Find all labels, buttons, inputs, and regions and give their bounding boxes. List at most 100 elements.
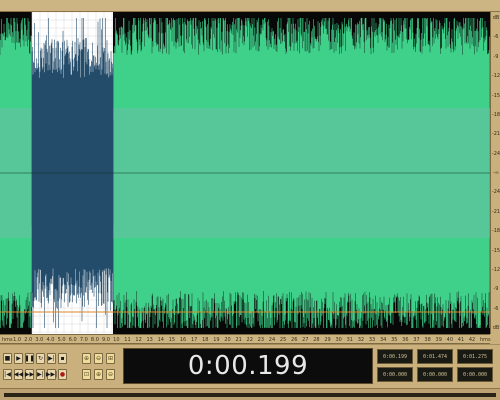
time-ruler-label: hms xyxy=(480,337,491,343)
rewind-button[interactable]: ◀◀ xyxy=(14,369,23,380)
status-track xyxy=(4,393,496,397)
zoom-vertical-out-icon: ⊖ xyxy=(107,371,114,378)
zoom-in-vertical-button[interactable]: ⊕ xyxy=(94,369,103,380)
play-to-end-button[interactable]: ▶| xyxy=(47,353,56,364)
pause-button[interactable]: ❚❚ xyxy=(24,353,35,364)
db-ruler-label: -6 xyxy=(493,305,499,312)
time-ruler-label: hms xyxy=(2,337,13,343)
time-ruler-label: 5.0 xyxy=(57,337,66,343)
time-ruler-label: 21 xyxy=(235,337,242,343)
selection-info-cell: 0:00.000 xyxy=(457,367,493,382)
db-ruler-label: dB xyxy=(492,15,500,21)
zoom-out-icon: ⊖ xyxy=(95,355,102,362)
zoom-full-button[interactable]: ⊞ xyxy=(106,353,115,364)
db-ruler-label: -18 xyxy=(491,228,500,235)
time-ruler-label: 23 xyxy=(257,337,265,343)
stop-button[interactable]: ■ xyxy=(3,353,12,364)
zoom-selection-icon: ⊡ xyxy=(83,371,90,378)
time-ruler-label: 26 xyxy=(291,337,298,343)
selection-info-cell: 0:00.000 xyxy=(417,367,453,382)
audio-editor-window: dB -6 -9 -12 -15 -18 -21 -24 -∞ -24 -21 -18 -15 -12 -9… xyxy=(0,0,500,400)
time-ruler-label: 35 xyxy=(391,337,398,343)
fast-forward-button[interactable]: ▶▶ xyxy=(25,369,34,380)
selection-info-cell: 0:01.474 xyxy=(417,349,453,364)
current-time-readout: 0:00.199 xyxy=(187,351,309,381)
zoom-out-vertical-button[interactable]: ⊖ xyxy=(106,369,115,380)
time-ruler-label: 13 xyxy=(146,337,153,343)
waveform-display[interactable] xyxy=(0,12,490,334)
goto-end-icon: ▶| xyxy=(37,371,44,378)
db-ruler-label: -9 xyxy=(493,53,499,60)
time-ruler-label: 41 xyxy=(457,337,465,343)
goto-start-button[interactable]: |◀ xyxy=(3,369,12,380)
time-ruler-label: 17 xyxy=(190,337,198,343)
time-ruler-label: 15 xyxy=(168,337,176,343)
time-ruler-label: 18 xyxy=(202,337,209,343)
time-ruler-label: 10 xyxy=(113,337,120,343)
time-ruler-label: 6.0 xyxy=(68,337,77,343)
stop-icon: ▪ xyxy=(60,355,65,362)
time-ruler-label: 11 xyxy=(124,337,131,343)
loop-icon: ↻ xyxy=(37,355,44,362)
time-ruler-label: 25 xyxy=(279,337,287,343)
time-ruler-label: 29 xyxy=(324,337,331,343)
db-ruler-label: -21 xyxy=(491,131,500,138)
time-ruler-label: 34 xyxy=(379,337,387,343)
time-ruler-label: 8.0 xyxy=(90,337,99,343)
waveform-canvas[interactable] xyxy=(0,12,490,334)
db-ruler-label: -12 xyxy=(491,73,500,80)
db-ruler-label: -24 xyxy=(491,189,500,196)
db-ruler-label: -12 xyxy=(491,266,500,273)
time-ruler-label: 39 xyxy=(435,337,442,343)
time-ruler-label: 20 xyxy=(224,337,231,343)
selection-info-cell: 0:00.199 xyxy=(377,349,413,364)
transport-panel: ■ ▶ ❚❚ ↻ ▶| ▪ |◀ ◀◀ ▶▶ ▶| ▶▶| ● ⊕ ⊖ ⊞ ⊡ ⊕ ⊖ 0:00.199 0:00… xyxy=(0,344,500,388)
time-ruler-label: 30 xyxy=(335,337,342,343)
db-ruler-label: -24 xyxy=(491,150,500,157)
fast-forward-icon: ▶▶ xyxy=(24,371,35,378)
play-looped-button[interactable]: ↻ xyxy=(36,353,45,364)
skip-button[interactable]: ▶▶| xyxy=(45,369,58,380)
play-icon: ▶ xyxy=(16,355,21,362)
zoom-full-icon: ⊞ xyxy=(107,355,114,362)
selection-info-cell: 0:01.275 xyxy=(457,349,493,364)
status-bar xyxy=(0,388,500,400)
db-ruler-label: dB xyxy=(492,325,500,331)
play-button[interactable]: ▶ xyxy=(14,353,23,364)
zoom-out-horizontal-button[interactable]: ⊖ xyxy=(94,353,103,364)
rewind-icon: ◀◀ xyxy=(13,371,24,378)
db-ruler-label: -18 xyxy=(491,111,500,118)
time-ruler-label: 40 xyxy=(446,337,454,343)
time-ruler-label: 16 xyxy=(179,337,187,343)
zoom-in-horizontal-button[interactable]: ⊕ xyxy=(82,353,91,364)
play-to-end-icon: ▶| xyxy=(48,355,55,362)
time-ruler-label: 28 xyxy=(313,337,320,343)
time-ruler-label: 19 xyxy=(213,337,220,343)
time-ruler-label: 27 xyxy=(302,337,309,343)
time-ruler-label: 31 xyxy=(346,337,353,343)
time-ruler[interactable]: hms 1.0 2.0 3.0 4.0 5.0 6.0 7.0 8.0 9.0 10 11 12 13 14… xyxy=(0,334,491,344)
time-display: 0:00.199 xyxy=(123,348,373,384)
zoom-in-icon: ⊕ xyxy=(83,355,90,362)
time-ruler-label: 1.0 xyxy=(13,337,22,343)
time-ruler-label: 32 xyxy=(357,337,365,343)
goto-end-button[interactable]: ▶| xyxy=(36,369,45,380)
time-ruler-label: 4.0 xyxy=(46,337,55,343)
record-button[interactable]: ● xyxy=(58,369,67,380)
selection-info-grid: 0:00.199 0:01.474 0:01.275 0:00.000 0:00.000… xyxy=(377,348,495,384)
time-ruler-label: 36 xyxy=(402,337,409,343)
db-ruler-label: -∞ xyxy=(493,170,499,176)
selection-info-cell: 0:00.000 xyxy=(377,367,413,382)
db-ruler: dB -6 -9 -12 -15 -18 -21 -24 -∞ -24 -21 -18 -15 -12 -9… xyxy=(490,12,500,334)
skip-icon: ▶▶| xyxy=(45,371,58,378)
db-ruler-label: -21 xyxy=(491,208,500,215)
zoom-selection-button[interactable]: ⊡ xyxy=(82,369,91,380)
time-ruler-label: 22 xyxy=(246,337,253,343)
db-ruler-label: -9 xyxy=(493,286,499,293)
time-ruler-label: 7.0 xyxy=(79,337,88,343)
stop-end-button[interactable]: ▪ xyxy=(58,353,67,364)
zoom-vertical-icon: ⊕ xyxy=(95,371,102,378)
time-ruler-label: 37 xyxy=(413,337,420,343)
record-icon: ● xyxy=(59,371,66,378)
time-ruler-label: 38 xyxy=(424,337,431,343)
